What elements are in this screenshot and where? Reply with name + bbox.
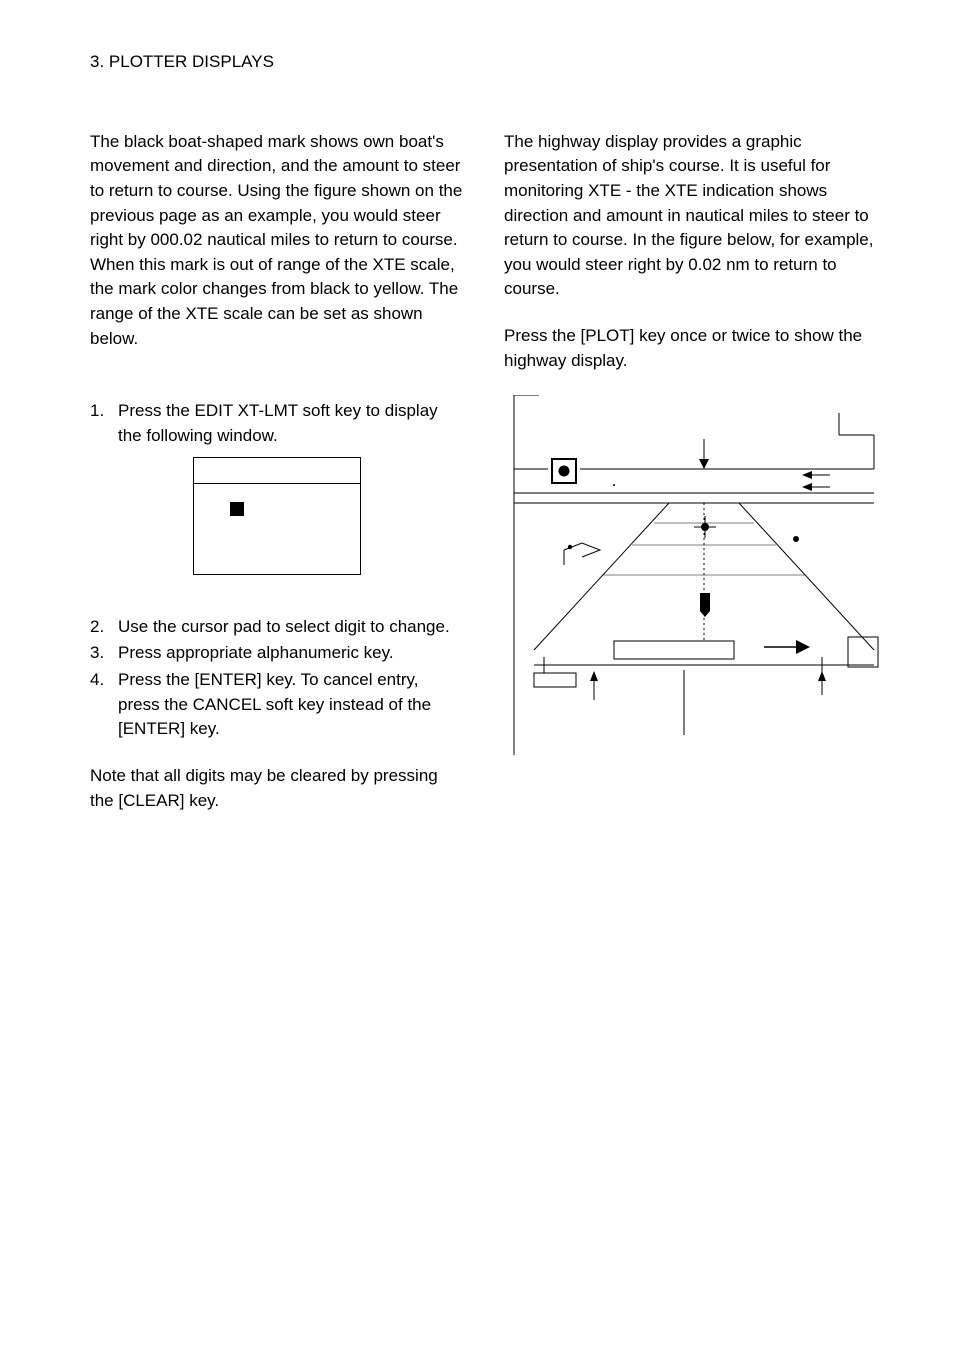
step-number: 1. xyxy=(90,399,118,448)
xte-limit-window xyxy=(193,457,361,575)
right-column: The highway display provides a graphic p… xyxy=(504,130,884,836)
step-text: Press appropriate alphanumeric key. xyxy=(118,641,464,666)
plot-key-instruction: Press the [PLOT] key once or twice to sh… xyxy=(504,324,884,373)
highway-svg xyxy=(504,395,884,755)
boat-mark-description: The black boat-shaped mark shows own boa… xyxy=(90,130,464,352)
list-item: 2. Use the cursor pad to select digit to… xyxy=(90,615,464,640)
xte-procedure-list: 1. Press the EDIT XT-LMT soft key to dis… xyxy=(90,399,464,448)
step-text: Use the cursor pad to select digit to ch… xyxy=(118,615,464,640)
step-text: Press the [ENTER] key. To cancel entry, … xyxy=(118,668,464,742)
xte-window-body xyxy=(194,484,360,574)
step-number: 2. xyxy=(90,615,118,640)
highway-description: The highway display provides a graphic p… xyxy=(504,130,884,302)
boat-icon xyxy=(700,593,710,617)
list-item: 1. Press the EDIT XT-LMT soft key to dis… xyxy=(90,399,464,448)
list-item: 4. Press the [ENTER] key. To cancel entr… xyxy=(90,668,464,742)
section-label: 3. PLOTTER DISPLAYS xyxy=(90,52,274,71)
highway-display-figure xyxy=(504,395,884,755)
cursor-block-icon xyxy=(230,502,244,516)
step-text: Press the EDIT XT-LMT soft key to displa… xyxy=(118,399,464,448)
page-header: 3. PLOTTER DISPLAYS xyxy=(90,50,884,75)
xte-window-titlebar xyxy=(194,458,360,484)
step-number: 3. xyxy=(90,641,118,666)
clear-note: Note that all digits may be cleared by p… xyxy=(90,764,464,813)
xte-limit-window-figure xyxy=(90,457,464,575)
list-item: 3. Press appropriate alphanumeric key. xyxy=(90,641,464,666)
left-column: The black boat-shaped mark shows own boa… xyxy=(90,130,464,836)
xte-procedure-list-cont: 2. Use the cursor pad to select digit to… xyxy=(90,615,464,742)
step-number: 4. xyxy=(90,668,118,742)
